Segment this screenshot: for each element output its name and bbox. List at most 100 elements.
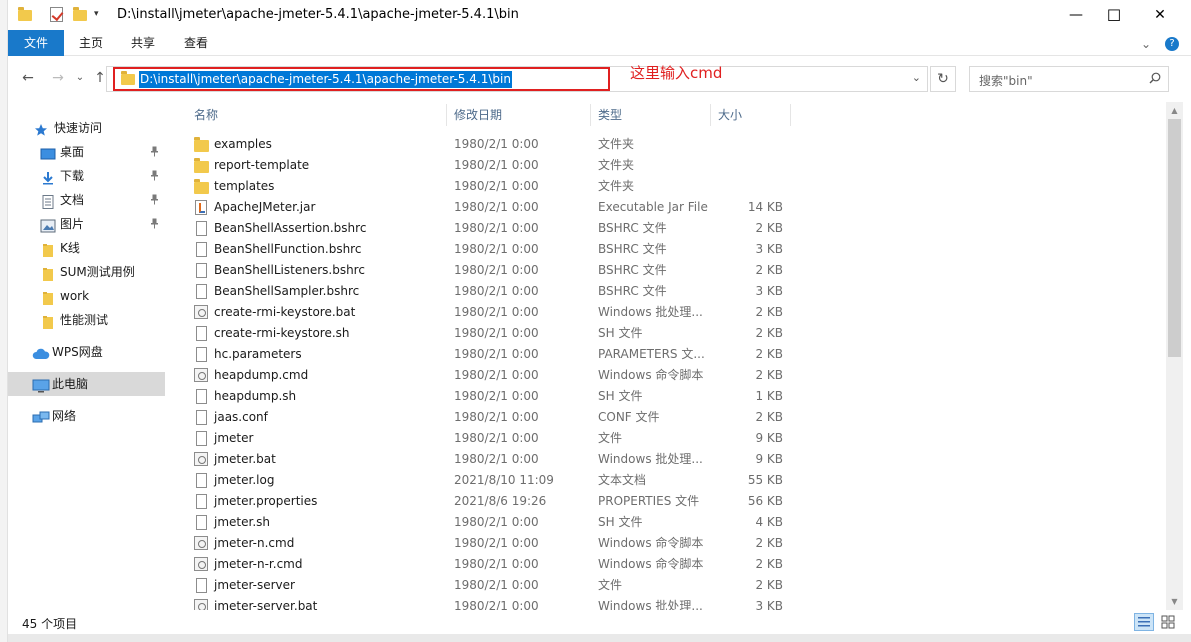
file-row[interactable]: jmeter.log 2021/8/10 11:09 文本文档 55 KB xyxy=(176,470,1166,491)
forward-button[interactable]: → xyxy=(48,68,68,88)
file-date: 1980/2/1 0:00 xyxy=(454,137,539,151)
refresh-button[interactable]: ↻ xyxy=(930,66,956,92)
sidebar-item[interactable]: WPS网盘 xyxy=(8,340,165,364)
file-type: BSHRC 文件 xyxy=(598,284,667,298)
address-dropdown-icon[interactable]: ⌄ xyxy=(912,71,921,84)
file-row[interactable]: report-template 1980/2/1 0:00 文件夹 xyxy=(176,155,1166,176)
file-row[interactable]: jmeter 1980/2/1 0:00 文件 9 KB xyxy=(176,428,1166,449)
search-icon xyxy=(1149,72,1161,84)
sidebar-item[interactable]: K线 xyxy=(8,236,165,260)
file-row[interactable]: jmeter-server.bat 1980/2/1 0:00 Windows 批处… xyxy=(176,596,1166,610)
sidebar-item[interactable]: 桌面 xyxy=(8,140,165,164)
scroll-down-icon[interactable]: ▼ xyxy=(1166,593,1183,610)
file-type: 文件夹 xyxy=(598,137,635,151)
sidebar-item-label: K线 xyxy=(60,241,80,255)
file-row[interactable]: jmeter.properties 2021/8/6 19:26 PROPERTIE… xyxy=(176,491,1166,512)
file-row[interactable]: BeanShellFunction.bshrc 1980/2/1 0:00 BSHR… xyxy=(176,239,1166,260)
file-icon xyxy=(194,389,208,404)
search-placeholder: 搜索"bin" xyxy=(979,74,1033,88)
script-file-icon xyxy=(194,557,208,572)
file-row[interactable]: templates 1980/2/1 0:00 文件夹 xyxy=(176,176,1166,197)
file-name: jmeter-server.bat xyxy=(214,599,318,610)
file-row[interactable]: ApacheJMeter.jar 1980/2/1 0:00 Executable … xyxy=(176,197,1166,218)
back-button[interactable]: ← xyxy=(18,68,38,88)
tab-share[interactable]: 共享 xyxy=(118,30,168,56)
sidebar-item[interactable]: 图片 xyxy=(8,212,165,236)
file-size: 3 KB xyxy=(755,242,783,256)
file-icon xyxy=(194,263,208,278)
file-size: 4 KB xyxy=(755,515,783,529)
column-header-date[interactable]: 修改日期 xyxy=(446,102,590,128)
large-icons-view-button[interactable] xyxy=(1158,613,1178,631)
column-header-size[interactable]: 大小 xyxy=(710,102,790,128)
pin-icon xyxy=(150,140,159,167)
file-icon xyxy=(194,431,208,446)
sidebar-item-label: 快速访问 xyxy=(54,121,103,135)
file-row[interactable]: BeanShellSampler.bshrc 1980/2/1 0:00 BSHRC… xyxy=(176,281,1166,302)
tab-home[interactable]: 主页 xyxy=(66,30,116,56)
file-row[interactable]: jmeter-server 1980/2/1 0:00 文件 2 KB xyxy=(176,575,1166,596)
sidebar-item[interactable]: 性能测试 xyxy=(8,308,165,332)
sidebar-item[interactable]: 文档 xyxy=(8,188,165,212)
file-type: Windows 批处理... xyxy=(598,305,703,319)
file-name: heapdump.cmd xyxy=(214,368,309,382)
scroll-up-icon[interactable]: ▲ xyxy=(1166,102,1183,119)
file-row[interactable]: jmeter-n.cmd 1980/2/1 0:00 Windows 命令脚本 2 K… xyxy=(176,533,1166,554)
help-icon[interactable]: ? xyxy=(1165,37,1179,51)
recent-locations-icon[interactable]: ⌄ xyxy=(70,68,90,88)
file-date: 2021/8/6 19:26 xyxy=(454,494,547,508)
ribbon-collapse-icon[interactable]: ⌄ xyxy=(1141,37,1151,51)
folder-icon xyxy=(40,265,56,281)
new-folder-icon[interactable] xyxy=(73,7,87,23)
tab-file[interactable]: 文件 xyxy=(8,30,64,56)
file-row[interactable]: jmeter.bat 1980/2/1 0:00 Windows 批处理... 9 K… xyxy=(176,449,1166,470)
file-type: Windows 批处理... xyxy=(598,599,703,610)
file-size: 1 KB xyxy=(755,389,783,403)
scrollbar-thumb[interactable] xyxy=(1168,119,1181,357)
file-row[interactable]: heapdump.sh 1980/2/1 0:00 SH 文件 1 KB xyxy=(176,386,1166,407)
window-title: D:\install\jmeter\apache-jmeter-5.4.1\ap… xyxy=(117,7,519,22)
file-explorer-window: ▾ D:\install\jmeter\apache-jmeter-5.4.1\… xyxy=(8,0,1191,642)
file-row[interactable]: create-rmi-keystore.sh 1980/2/1 0:00 SH 文件… xyxy=(176,323,1166,344)
sidebar-item[interactable]: 下载 xyxy=(8,164,165,188)
script-file-icon xyxy=(194,536,208,551)
file-row[interactable]: BeanShellAssertion.bshrc 1980/2/1 0:00 BSH… xyxy=(176,218,1166,239)
file-type: 文件 xyxy=(598,578,623,592)
network-icon xyxy=(32,409,50,423)
details-view-button[interactable] xyxy=(1134,613,1154,631)
file-size: 55 KB xyxy=(747,473,783,487)
file-row[interactable]: heapdump.cmd 1980/2/1 0:00 Windows 命令脚本 2 K… xyxy=(176,365,1166,386)
file-row[interactable]: jmeter.sh 1980/2/1 0:00 SH 文件 4 KB xyxy=(176,512,1166,533)
file-row[interactable]: BeanShellListeners.bshrc 1980/2/1 0:00 BSH… xyxy=(176,260,1166,281)
file-type: 文件夹 xyxy=(598,179,635,193)
file-type: SH 文件 xyxy=(598,389,643,403)
sidebar-item[interactable]: 网络 xyxy=(8,404,165,428)
file-date: 1980/2/1 0:00 xyxy=(454,557,539,571)
file-type: SH 文件 xyxy=(598,326,643,340)
close-button[interactable]: ✕ xyxy=(1137,0,1183,30)
sidebar-item[interactable]: 快速访问 xyxy=(8,116,165,140)
file-row[interactable]: hc.parameters 1980/2/1 0:00 PARAMETERS 文..… xyxy=(176,344,1166,365)
sidebar-item[interactable]: 此电脑 xyxy=(8,372,165,396)
file-row[interactable]: examples 1980/2/1 0:00 文件夹 xyxy=(176,134,1166,155)
file-size: 14 KB xyxy=(747,200,783,214)
file-row[interactable]: jmeter-n-r.cmd 1980/2/1 0:00 Windows 命令脚本 2… xyxy=(176,554,1166,575)
sidebar-item[interactable]: work xyxy=(8,284,165,308)
sidebar-item[interactable]: SUM测试用例 xyxy=(8,260,165,284)
file-name: jmeter-server xyxy=(214,578,295,592)
file-row[interactable]: jaas.conf 1980/2/1 0:00 CONF 文件 2 KB xyxy=(176,407,1166,428)
status-bar: 45 个项目 xyxy=(8,610,1191,634)
column-divider[interactable] xyxy=(790,104,791,126)
maximize-button[interactable]: ☐ xyxy=(1091,0,1137,30)
file-row[interactable]: create-rmi-keystore.bat 1980/2/1 0:00 Wind… xyxy=(176,302,1166,323)
column-header-name[interactable]: 名称 xyxy=(186,102,446,128)
folder-icon[interactable] xyxy=(18,7,32,23)
vertical-scrollbar[interactable]: ▲ ▼ xyxy=(1166,102,1183,610)
column-header-type[interactable]: 类型 xyxy=(590,102,710,128)
properties-check-icon[interactable] xyxy=(50,7,63,23)
tab-view[interactable]: 查看 xyxy=(170,30,222,56)
file-size: 2 KB xyxy=(755,221,783,235)
search-input[interactable]: 搜索"bin" xyxy=(969,66,1169,92)
annotation-text: 这里输入cmd xyxy=(630,64,723,82)
quick-access-toolbar-dropdown-icon[interactable]: ▾ xyxy=(94,9,99,25)
